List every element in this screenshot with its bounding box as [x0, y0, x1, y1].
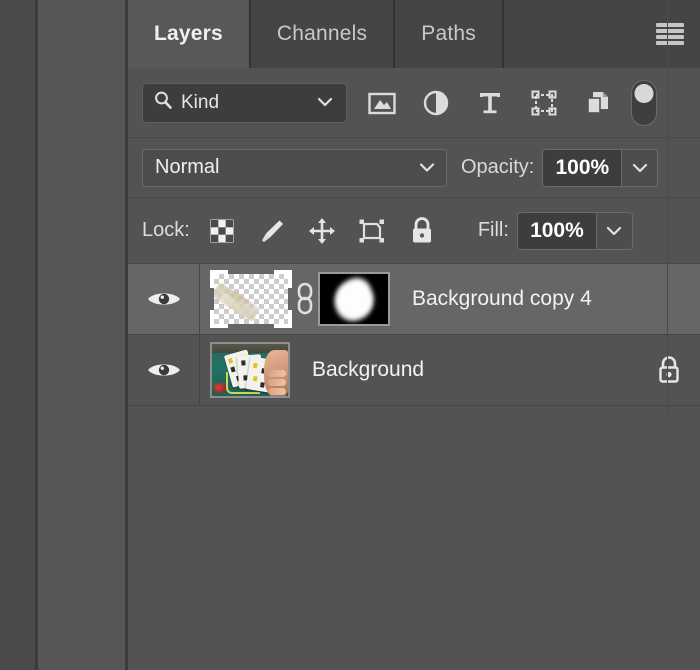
lock-artboard-nesting-icon[interactable]: [354, 211, 390, 251]
blend-mode-dropdown[interactable]: Normal: [142, 148, 447, 187]
opacity-chevron-down-icon[interactable]: [621, 149, 658, 186]
tab-paths-label: Paths: [421, 22, 476, 45]
opacity-label: Opacity:: [461, 156, 535, 178]
fill-chevron-down-icon[interactable]: [595, 212, 632, 249]
selection-corner-top-right: [274, 270, 292, 288]
layers-panel: Layers Channels Paths Kind Normal Opacit…: [128, 0, 700, 670]
lock-label: Lock:: [142, 219, 190, 241]
table-row[interactable]: Background: [128, 335, 700, 406]
panel-inner-border: [667, 0, 668, 414]
fill-control[interactable]: 100%: [516, 211, 633, 250]
selection-corner-top-left: [210, 270, 228, 288]
tab-layers[interactable]: Layers: [128, 0, 251, 68]
mask-white-shape: [328, 274, 380, 324]
adjustment-layer-filter-icon[interactable]: [417, 83, 455, 123]
lock-icon[interactable]: [638, 354, 700, 386]
link-chain-icon[interactable]: [292, 282, 318, 316]
selection-corner-bottom-left: [210, 310, 228, 328]
layer-visibility-toggle[interactable]: [128, 335, 200, 405]
layer-thumbnail[interactable]: [210, 270, 292, 328]
chevron-down-icon[interactable]: [316, 92, 334, 114]
lock-bar: Lock: Fill: 100%: [128, 198, 700, 264]
filter-kind-dropdown[interactable]: Kind: [142, 82, 347, 123]
panel-tab-bar: Layers Channels Paths: [128, 0, 700, 68]
blend-mode-bar: Normal Opacity: 100%: [128, 138, 700, 198]
toggle-knob: [634, 83, 654, 103]
photoshop-layers-panel-screenshot: Layers Channels Paths Kind Normal Opacit…: [0, 0, 700, 670]
table-row[interactable]: Background copy 4: [128, 264, 700, 335]
filter-enable-toggle[interactable]: [631, 79, 657, 126]
layer-thumbnails: [200, 264, 390, 334]
layer-filter-bar: Kind: [128, 68, 700, 138]
search-icon: [153, 90, 173, 116]
layer-name[interactable]: Background: [290, 358, 638, 382]
hamburger-menu-icon[interactable]: [656, 23, 684, 45]
eye-icon: [147, 364, 180, 376]
chevron-down-icon[interactable]: [418, 156, 436, 179]
tab-channels-label: Channels: [276, 22, 368, 45]
lock-transparent-pixels-icon[interactable]: [204, 211, 240, 251]
tab-paths[interactable]: Paths: [395, 0, 504, 68]
layer-visibility-toggle[interactable]: [128, 264, 200, 334]
layer-thumbnail[interactable]: [210, 342, 290, 398]
selection-corner-bottom-right: [274, 310, 292, 328]
tab-layers-label: Layers: [154, 22, 223, 45]
workspace-left-edge: [0, 0, 35, 670]
layer-mask-thumbnail[interactable]: [318, 272, 390, 326]
shape-layer-filter-icon[interactable]: [525, 83, 563, 123]
blend-mode-value: Normal: [155, 156, 220, 178]
fill-value[interactable]: 100%: [517, 212, 596, 249]
tab-channels[interactable]: Channels: [251, 0, 396, 68]
eye-icon: [147, 293, 180, 305]
opacity-value[interactable]: 100%: [543, 149, 622, 186]
layer-name[interactable]: Background copy 4: [390, 287, 700, 311]
pixel-layer-filter-icon[interactable]: [363, 83, 401, 123]
workspace-left-column: [38, 0, 125, 670]
smart-object-filter-icon[interactable]: [579, 83, 617, 123]
filter-kind-value: Kind: [181, 91, 220, 113]
fill-label: Fill:: [477, 219, 509, 241]
lock-image-pixels-icon[interactable]: [254, 211, 290, 251]
lock-position-icon[interactable]: [304, 211, 340, 251]
lock-all-icon[interactable]: [404, 211, 440, 251]
type-layer-filter-icon[interactable]: [471, 83, 509, 123]
layer-thumbnails: [200, 335, 290, 405]
opacity-control[interactable]: 100%: [542, 148, 659, 187]
